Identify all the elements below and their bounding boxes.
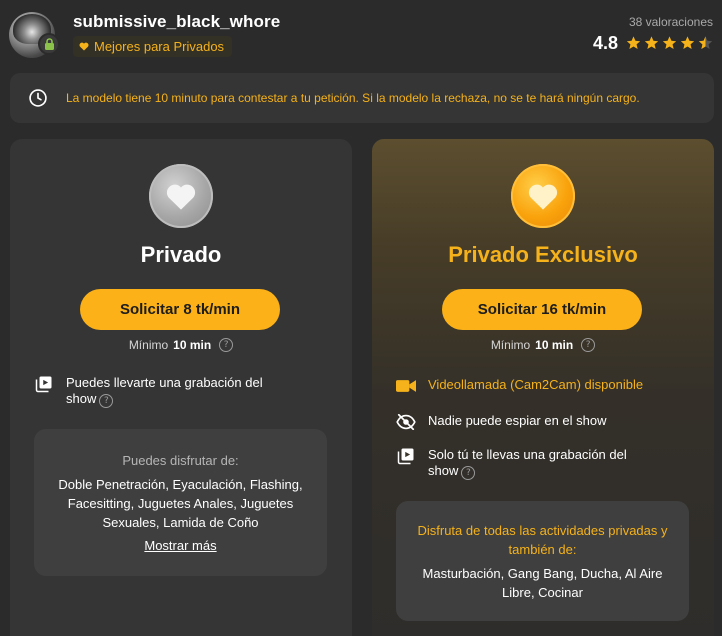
username[interactable]: submissive_black_whore xyxy=(73,12,280,32)
feature-no-spy: Nadie puede espiar en el show xyxy=(396,413,607,431)
show-more-link[interactable]: Mostrar más xyxy=(144,538,216,553)
feature-text: Nadie puede espiar en el show xyxy=(428,413,607,428)
heart-icon xyxy=(528,184,558,210)
help-icon[interactable]: ? xyxy=(461,466,476,480)
card-title: Privado xyxy=(140,242,222,267)
star-icon xyxy=(644,36,659,49)
minimum-value: 10 min xyxy=(535,338,574,352)
feature-text: Videollamada (Cam2Cam) disponible xyxy=(428,377,644,392)
eye-off-icon xyxy=(396,413,416,431)
rating: 4.8 xyxy=(593,32,714,54)
enjoy-box: Disfruta de todas las actividades privad… xyxy=(396,501,689,621)
exclusive-card: Privado Exclusivo Solicitar 16 tk/min Mí… xyxy=(372,139,714,636)
feature-cam2cam: Videollamada (Cam2Cam) disponible xyxy=(396,377,643,395)
video-recording-icon xyxy=(396,447,416,465)
enjoy-list: Masturbación, Gang Bang, Ducha, Al Aire … xyxy=(422,566,663,600)
star-half-icon xyxy=(698,36,713,49)
minimum-duration: Mínimo 10 min ? xyxy=(372,338,714,352)
rating-stars xyxy=(625,35,714,51)
heart-badge xyxy=(511,164,575,228)
help-icon[interactable]: ? xyxy=(581,338,596,352)
tag-label: Mejores para Privados xyxy=(94,39,225,54)
help-icon[interactable]: ? xyxy=(99,394,114,408)
minimum-duration: Mínimo 10 min ? xyxy=(10,338,352,352)
feature-text: Solo tú te llevas una grabación del show… xyxy=(428,447,627,480)
rating-count: 38 valoraciones xyxy=(628,15,713,29)
enjoy-box: Puedes disfrutar de: Doble Penetración, … xyxy=(34,429,327,576)
star-icon xyxy=(626,36,641,49)
minimum-label: Mínimo xyxy=(490,338,531,352)
request-private-button[interactable]: Solicitar 8 tk/min xyxy=(80,289,280,330)
star-icon xyxy=(680,36,695,49)
best-for-private-tag: Mejores para Privados xyxy=(73,36,233,57)
request-exclusive-button[interactable]: Solicitar 16 tk/min xyxy=(442,289,642,330)
feature-text: Puedes llevarte una grabación del show? xyxy=(66,375,263,408)
enjoy-title: Puedes disfrutar de: xyxy=(122,453,239,468)
enjoy-title: Disfruta de todas las actividades privad… xyxy=(417,523,668,557)
private-card: Privado Solicitar 8 tk/min Mínimo 10 min… xyxy=(10,139,352,636)
clock-icon xyxy=(29,89,47,107)
lock-icon xyxy=(44,38,54,50)
star-icon xyxy=(662,36,677,49)
minimum-label: Mínimo xyxy=(128,338,169,352)
help-icon[interactable]: ? xyxy=(219,338,234,352)
notice-banner: La modelo tiene 10 minuto para contestar… xyxy=(10,73,714,123)
video-recording-icon xyxy=(34,375,54,393)
heart-icon xyxy=(166,184,196,210)
heart-badge xyxy=(149,164,213,228)
video-camera-icon xyxy=(396,377,416,395)
feature-recording: Solo tú te llevas una grabación del show… xyxy=(396,447,636,480)
lock-badge xyxy=(38,33,60,55)
minimum-value: 10 min xyxy=(173,338,212,352)
heart-small-icon xyxy=(79,42,89,51)
model-header: submissive_black_whore Mejores para Priv… xyxy=(0,0,722,70)
feature-recording: Puedes llevarte una grabación del show? xyxy=(34,375,264,408)
enjoy-list: Doble Penetración, Eyaculación, Flashing… xyxy=(58,477,303,530)
card-title: Privado Exclusivo xyxy=(448,242,638,267)
notice-text: La modelo tiene 10 minuto para contestar… xyxy=(66,91,640,105)
rating-value: 4.8 xyxy=(592,32,618,53)
